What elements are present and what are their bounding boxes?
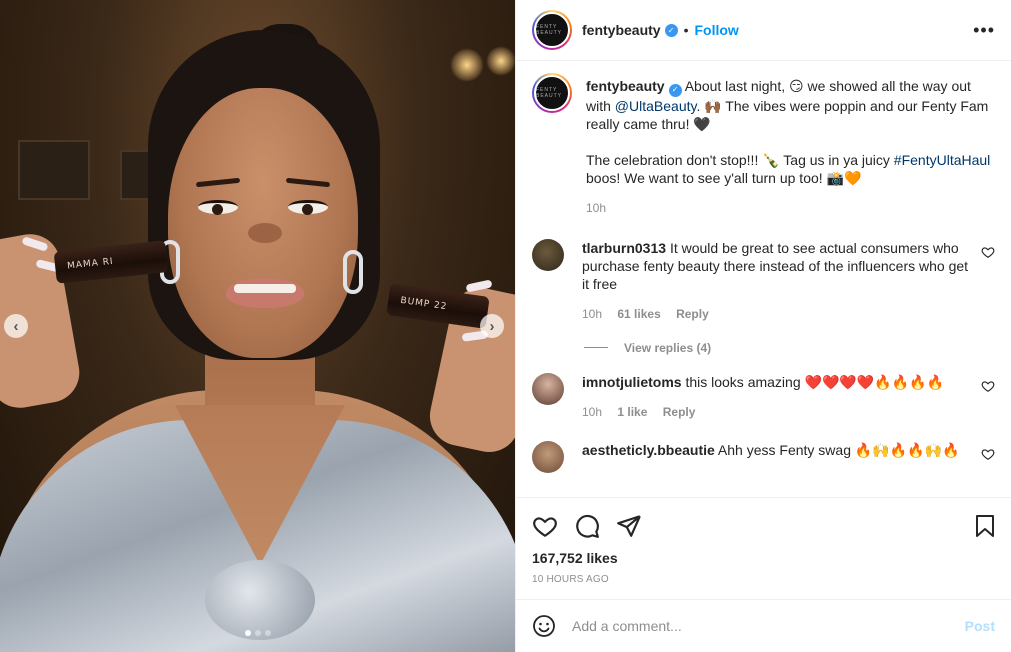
comment-item: aestheticly.bbeautie Ahh yess Fenty swag…	[532, 440, 995, 473]
avatar-logo: FENTY BEAUTY	[534, 12, 570, 48]
right-eye	[288, 200, 328, 215]
background-light	[486, 46, 515, 76]
comment-item: tlarburn0313 It would be great to see ac…	[532, 238, 995, 323]
view-replies-button[interactable]: View replies (4)	[584, 341, 995, 355]
carousel-dot	[254, 630, 261, 636]
view-replies-line	[584, 347, 608, 348]
hashtag-link[interactable]: #FentyUltaHaul	[894, 152, 991, 168]
comment-input[interactable]	[572, 618, 965, 634]
comment-text: Ahh yess Fenty swag 🔥🙌🔥🔥🙌🔥	[717, 441, 960, 458]
instagram-post: MAMA RI BUMP 22 ‹ › FENTY BEAUTY fentybe…	[0, 0, 1011, 652]
carousel-indicator	[244, 630, 271, 636]
next-image-button[interactable]: ›	[480, 314, 504, 338]
comment-composer: Post	[516, 599, 1011, 652]
post-actions: 167,752 likes 10 HOURS AGO	[516, 497, 1011, 599]
comment-time[interactable]: 10h	[582, 307, 602, 321]
verified-badge-icon: ✓	[664, 23, 678, 37]
verified-badge-icon: ✓	[668, 83, 682, 97]
comment-body: tlarburn0313 It would be great to see ac…	[582, 239, 973, 323]
reply-button[interactable]: Reply	[676, 307, 709, 321]
commenter-username[interactable]: imnotjulietoms	[582, 374, 682, 390]
subject-face	[168, 88, 358, 358]
heart-icon[interactable]	[532, 513, 558, 539]
nose	[248, 223, 282, 243]
right-earring	[343, 250, 363, 294]
comment-likes[interactable]: 61 likes	[617, 307, 660, 321]
comment-text: this looks amazing ❤️❤️❤️❤️🔥🔥🔥🔥	[685, 373, 944, 390]
more-options-icon[interactable]: •••	[973, 20, 995, 41]
carousel-dot	[264, 630, 271, 636]
caption-text: boos! We want to see y'all turn up too! …	[586, 169, 862, 186]
comment-like-heart-icon[interactable]	[981, 245, 995, 259]
caption-time[interactable]: 10h	[586, 201, 606, 215]
left-brow	[195, 177, 241, 188]
commenter-avatar[interactable]	[532, 372, 564, 405]
previous-image-button[interactable]: ‹	[4, 314, 28, 338]
comment-like-heart-icon[interactable]	[981, 447, 995, 461]
background-window	[18, 140, 90, 200]
smiley-icon[interactable]	[532, 614, 556, 638]
reply-button[interactable]: Reply	[663, 405, 696, 419]
post-timestamp[interactable]: 10 HOURS AGO	[532, 574, 997, 585]
caption-body: fentybeauty ✓ About last night, 😏 we show…	[586, 77, 995, 217]
avatar-logo: FENTY BEAUTY	[534, 75, 570, 111]
commenter-avatar[interactable]	[532, 440, 564, 473]
tube-left-label: MAMA RI	[66, 256, 115, 272]
post-details-panel: FENTY BEAUTY fentybeauty ✓ • Follow ••• …	[515, 0, 1011, 652]
chevron-right-icon: ›	[489, 317, 495, 335]
comment-time[interactable]: 10h	[582, 405, 602, 419]
comment-icon[interactable]	[574, 513, 600, 539]
dress-knot	[205, 560, 315, 640]
view-replies-label: View replies (4)	[624, 340, 712, 355]
avatar-logo-text: FENTY BEAUTY	[536, 87, 563, 99]
caption-text: The celebration don't stop!!! 🍾 Tag us i…	[586, 151, 894, 168]
left-eye	[198, 200, 238, 215]
caption-username[interactable]: fentybeauty	[586, 78, 665, 94]
commenter-avatar[interactable]	[532, 238, 564, 271]
comment-meta: 10h 61 likes Reply	[582, 305, 973, 323]
comment-body: aestheticly.bbeautie Ahh yess Fenty swag…	[582, 441, 973, 473]
follow-button[interactable]: Follow	[694, 22, 738, 38]
comment-meta: 10h 1 like Reply	[582, 403, 973, 421]
chevron-left-icon: ‹	[13, 317, 19, 335]
paper-plane-icon[interactable]	[616, 513, 642, 539]
avatar-logo-text: FENTY BEAUTY	[536, 24, 563, 36]
comment-item: imnotjulietoms this looks amazing ❤️❤️❤️…	[532, 372, 995, 421]
commenter-username[interactable]: tlarburn0313	[582, 240, 666, 256]
post-media: MAMA RI BUMP 22 ‹ ›	[0, 0, 515, 652]
post-comment-button[interactable]: Post	[965, 618, 995, 634]
comment-body: imnotjulietoms this looks amazing ❤️❤️❤️…	[582, 373, 973, 421]
commenter-username[interactable]: aestheticly.bbeautie	[582, 442, 715, 458]
likes-count[interactable]: 167,752 likes	[532, 550, 997, 566]
comment-likes[interactable]: 1 like	[617, 405, 647, 419]
lips	[226, 278, 304, 308]
teeth	[234, 284, 296, 293]
right-brow	[285, 177, 331, 188]
action-icons	[532, 510, 997, 542]
post-header: FENTY BEAUTY fentybeauty ✓ • Follow •••	[516, 0, 1011, 61]
author-avatar[interactable]: FENTY BEAUTY	[532, 10, 572, 50]
separator-dot: •	[683, 22, 689, 38]
caption-meta: 10h	[586, 199, 995, 217]
bookmark-icon[interactable]	[973, 514, 997, 538]
background-light	[450, 48, 484, 82]
mention-link[interactable]: @UltaBeauty	[615, 98, 697, 114]
caption: FENTY BEAUTY fentybeauty ✓ About last nig…	[532, 73, 995, 217]
caption-avatar[interactable]: FENTY BEAUTY	[532, 73, 572, 113]
carousel-dot	[244, 630, 251, 636]
author-username[interactable]: fentybeauty	[582, 22, 661, 38]
comment-like-heart-icon[interactable]	[981, 379, 995, 393]
tube-right-label: BUMP 22	[399, 295, 448, 313]
comments-list[interactable]: FENTY BEAUTY fentybeauty ✓ About last nig…	[516, 61, 1011, 497]
